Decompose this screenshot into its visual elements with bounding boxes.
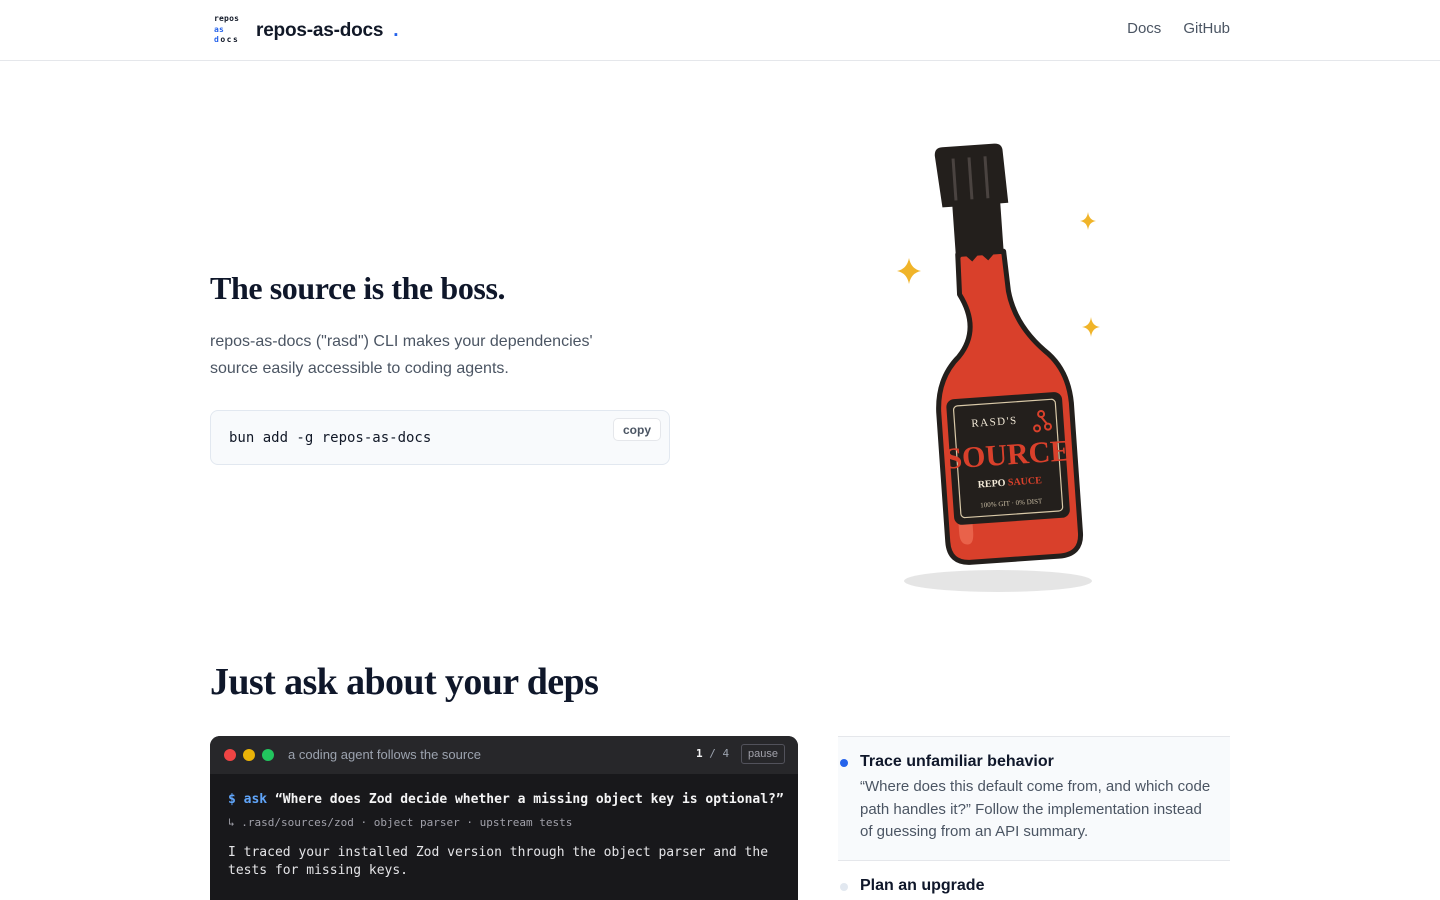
- install-command[interactable]: bun add -g repos-as-docs: [229, 430, 431, 446]
- terminal-titlebar: a coding agent follows the source 1 / 4 …: [210, 736, 798, 774]
- section-title: Just ask about your deps: [210, 661, 599, 703]
- terminal-demo: a coding agent follows the source 1 / 4 …: [210, 736, 798, 900]
- terminal-body: $ ask “Where does Zod decide whether a m…: [228, 792, 788, 880]
- site-header: repos as docs repos-as-docs . Docs GitHu…: [0, 0, 1440, 61]
- close-dot-icon: [224, 749, 236, 761]
- inactive-dot-icon: [840, 882, 848, 891]
- use-case-description: “Where does this default come from, and …: [860, 778, 1211, 840]
- logo-line-3: docs: [214, 35, 240, 44]
- logo-line-2: as: [214, 24, 225, 34]
- sparkle-icon: [1082, 317, 1100, 337]
- use-case-title: Trace unfamiliar behavior: [860, 753, 1054, 770]
- use-case-title: Plan an upgrade: [860, 876, 985, 894]
- hero-title: The source is the boss.: [210, 270, 506, 306]
- brand-dot: .: [393, 20, 399, 41]
- bottle-cap: [934, 143, 1009, 263]
- sparkle-icon: [1080, 212, 1096, 230]
- copy-button[interactable]: copy: [612, 418, 661, 441]
- top-nav: Docs GitHub: [1127, 20, 1230, 37]
- bottle-svg: RASD'S SOURCE REPO SAUCE 100% GIT · 0% D…: [897, 143, 1100, 592]
- bottle-shadow: [904, 570, 1092, 592]
- maximize-dot-icon: [262, 749, 274, 761]
- active-dot-icon: [840, 759, 848, 767]
- logo-icon: repos as docs: [214, 14, 244, 48]
- hot-sauce-bottle-illustration: RASD'S SOURCE REPO SAUCE 100% GIT · 0% D…: [880, 140, 1120, 600]
- use-case-item-trace[interactable]: Trace unfamiliar behavior “Where does th…: [838, 736, 1230, 860]
- use-case-list: Trace unfamiliar behavior “Where does th…: [838, 736, 1230, 900]
- slide-counter: 1 / 4: [696, 747, 730, 760]
- agent-answer: I traced your installed Zod version thro…: [228, 845, 769, 878]
- logo-line-1: repos: [214, 14, 240, 23]
- brand-name: repos-as-docs: [256, 20, 384, 41]
- terminal-title: a coding agent follows the source: [288, 747, 481, 762]
- nav-docs-link[interactable]: Docs: [1127, 20, 1161, 37]
- brand-home-link[interactable]: repos as docs repos-as-docs .: [214, 14, 399, 48]
- pause-button[interactable]: pause: [741, 744, 785, 764]
- use-case-item-upgrade[interactable]: Plan an upgrade: [838, 859, 1230, 900]
- sources-line: ↳ .rasd/sources/zod · object parser · up…: [228, 816, 573, 829]
- prompt-line: $ ask “Where does Zod decide whether a m…: [228, 792, 784, 807]
- sparkle-icon: [897, 258, 921, 284]
- nav-github-link[interactable]: GitHub: [1183, 20, 1230, 37]
- minimize-dot-icon: [243, 749, 255, 761]
- hero-description: repos-as-docs ("rasd") CLI makes your de…: [210, 333, 593, 377]
- install-command-box: bun add -g repos-as-docs copy: [210, 410, 670, 465]
